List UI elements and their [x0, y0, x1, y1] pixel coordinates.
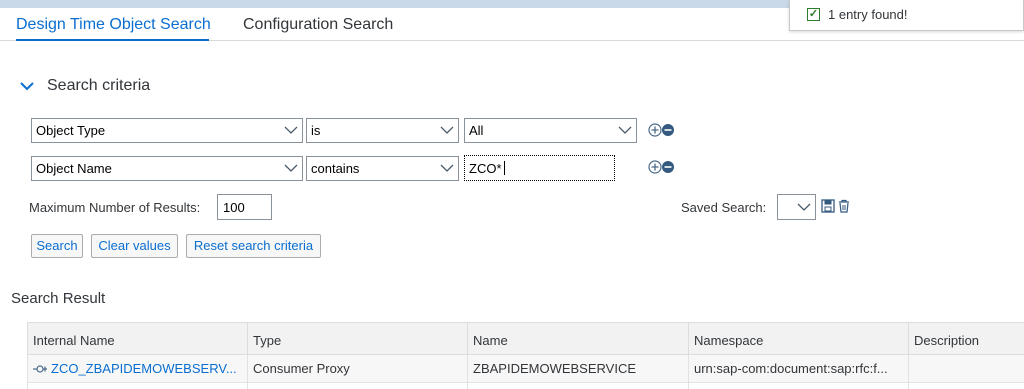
criteria-field-value: Object Name	[36, 161, 112, 176]
success-toast: ✓ 1 entry found!	[789, 0, 1024, 31]
table-row	[27, 382, 248, 389]
toast-message: 1 entry found!	[828, 7, 908, 22]
chevron-down-icon	[440, 164, 454, 172]
reset-search-criteria-button[interactable]: Reset search criteria	[186, 234, 321, 258]
object-name-input[interactable]: ZCO*	[464, 155, 615, 181]
search-result-title: Search Result	[11, 290, 106, 307]
criteria-operator-select[interactable]: is	[306, 118, 459, 143]
save-icon[interactable]	[821, 199, 835, 213]
table-row	[909, 382, 1024, 389]
object-name-value: ZCO*	[469, 161, 502, 176]
criteria-value-value: All	[469, 123, 484, 138]
chevron-down-icon	[440, 126, 454, 134]
search-button[interactable]: Search	[31, 234, 83, 258]
criteria-field-select[interactable]: Object Name	[31, 156, 303, 181]
column-header[interactable]: Name	[468, 322, 689, 355]
add-remove-row-icons[interactable]	[648, 159, 676, 175]
text-cursor	[504, 161, 505, 175]
table-row	[689, 382, 909, 389]
column-header[interactable]: Internal Name	[27, 322, 248, 355]
criteria-field-select[interactable]: Object Type	[31, 118, 303, 143]
proxy-icon	[33, 365, 47, 373]
table-cell	[909, 355, 1024, 382]
table-cell[interactable]: ZCO_ZBAPIDEMOWEBSERV...	[27, 355, 248, 382]
tab-design-time-object-search[interactable]: Design Time Object Search	[16, 16, 211, 34]
max-results-value: 100	[223, 200, 245, 215]
table-cell: ZBAPIDEMOWEBSERVICE	[468, 355, 689, 382]
chevron-down-icon	[797, 203, 811, 211]
results-table: Internal Name Type Name Namespace Descri…	[27, 322, 1024, 389]
chevron-down-icon[interactable]	[19, 78, 35, 94]
criteria-operator-select[interactable]: contains	[306, 156, 459, 181]
internal-name-link[interactable]: ZCO_ZBAPIDEMOWEBSERV...	[51, 361, 237, 376]
chevron-down-icon	[284, 164, 298, 172]
table-row	[468, 382, 689, 389]
search-criteria-title: Search criteria	[47, 77, 151, 94]
table-cell: Consumer Proxy	[248, 355, 468, 382]
column-header[interactable]: Description	[909, 322, 1024, 355]
saved-search-label: Saved Search:	[681, 200, 767, 215]
max-results-label: Maximum Number of Results:	[29, 200, 201, 215]
chevron-down-icon	[284, 126, 298, 134]
criteria-operator-value: contains	[311, 161, 360, 176]
chevron-down-icon	[618, 126, 632, 134]
active-tab-indicator	[16, 39, 209, 41]
table-cell: urn:sap-com:document:sap:rfc:f...	[689, 355, 909, 382]
criteria-operator-value: is	[311, 123, 321, 138]
criteria-value-select[interactable]: All	[464, 118, 637, 143]
table-row	[248, 382, 468, 389]
trash-icon[interactable]	[837, 199, 851, 213]
saved-search-select[interactable]	[777, 194, 816, 220]
check-icon: ✓	[807, 8, 820, 21]
max-results-input[interactable]: 100	[217, 194, 272, 220]
add-remove-row-icons[interactable]	[648, 122, 676, 138]
clear-values-button[interactable]: Clear values	[91, 234, 178, 258]
tab-configuration-search[interactable]: Configuration Search	[243, 16, 393, 34]
criteria-field-value: Object Type	[36, 123, 106, 138]
column-header[interactable]: Namespace	[689, 322, 909, 355]
column-header[interactable]: Type	[248, 322, 468, 355]
